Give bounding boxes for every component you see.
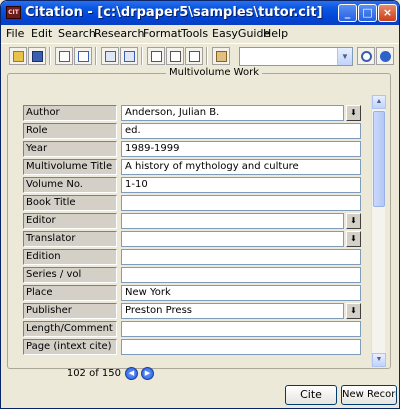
field-label: Editor: [23, 213, 117, 229]
save-icon[interactable]: [28, 47, 46, 65]
previous-record-icon[interactable]: ◀: [125, 367, 138, 380]
citation-window: CIT Citation - [c:\drpaper5\samples\tuto…: [0, 0, 400, 409]
length-comment-field[interactable]: [121, 321, 361, 337]
toolbar-separator: [95, 47, 97, 65]
field-label: Translator: [23, 231, 117, 247]
form-view-icon[interactable]: [120, 47, 138, 65]
field-label: Page (intext cite): [23, 339, 117, 355]
menu-tools[interactable]: Tools: [181, 27, 208, 40]
menu-file[interactable]: File: [6, 27, 24, 40]
volume-no-field[interactable]: 1-10: [121, 177, 361, 193]
scroll-down-icon[interactable]: ▼: [372, 353, 386, 367]
open-folder-icon[interactable]: [9, 47, 27, 65]
author-dropdown-icon[interactable]: ⬇: [346, 105, 361, 121]
menu-search[interactable]: Search: [58, 27, 96, 40]
scroll-up-icon[interactable]: ▲: [372, 95, 386, 109]
field-label: Role: [23, 123, 117, 139]
menu-edit[interactable]: Edit: [31, 27, 52, 40]
field-label: Year: [23, 141, 117, 157]
record-navigation: 102 of 150 ◀ ▶: [61, 367, 261, 381]
menu-format[interactable]: Format: [143, 27, 182, 40]
toolbar: ▼: [1, 43, 399, 67]
field-label: Series / vol: [23, 267, 117, 283]
copy-record-icon[interactable]: [74, 47, 92, 65]
field-row-year: Year 1989-1999: [23, 141, 371, 157]
field-row-multivolume-title: Multivolume Title A history of mythology…: [23, 159, 371, 175]
field-row-author: Author Anderson, Julian B. ⬇: [23, 105, 371, 121]
translator-dropdown-icon[interactable]: ⬇: [346, 231, 361, 247]
search-icon[interactable]: [357, 47, 375, 65]
multivolume-title-field[interactable]: A history of mythology and culture: [121, 159, 361, 175]
field-label: Book Title: [23, 195, 117, 211]
search-combo[interactable]: ▼: [239, 47, 353, 66]
role-field[interactable]: ed.: [121, 123, 361, 139]
list-view-icon[interactable]: [101, 47, 119, 65]
editor-field[interactable]: [121, 213, 344, 229]
clipboard-icon[interactable]: [212, 47, 230, 65]
place-field[interactable]: New York: [121, 285, 361, 301]
toolbar-separator: [206, 47, 208, 65]
export-icon[interactable]: [166, 47, 184, 65]
field-row-volume-no: Volume No. 1-10: [23, 177, 371, 193]
menu-research[interactable]: Research: [94, 27, 144, 40]
vertical-scrollbar[interactable]: ▲ ▼: [371, 95, 386, 367]
field-label: Volume No.: [23, 177, 117, 193]
cite-button[interactable]: Cite: [285, 385, 337, 405]
toolbar-separator: [141, 47, 143, 65]
publisher-dropdown-icon[interactable]: ⬇: [346, 303, 361, 319]
close-button[interactable]: ×: [378, 4, 397, 22]
print-icon[interactable]: [147, 47, 165, 65]
maximize-button[interactable]: □: [358, 4, 377, 22]
record-counter: 102 of 150: [66, 368, 121, 379]
field-label: Publisher: [23, 303, 117, 319]
series-vol-field[interactable]: [121, 267, 361, 283]
help-icon[interactable]: [376, 47, 394, 65]
field-row-series-vol: Series / vol: [23, 267, 371, 283]
toolbar-separator: [49, 47, 51, 65]
menu-easyguide[interactable]: EasyGuide: [212, 27, 270, 40]
record-form: Author Anderson, Julian B. ⬇ Role ed. Ye…: [17, 99, 371, 365]
field-label: Place: [23, 285, 117, 301]
field-label: Length/Comment: [23, 321, 117, 337]
author-field[interactable]: Anderson, Julian B.: [121, 105, 344, 121]
window-title: Citation - [c:\drpaper5\samples\tutor.ci…: [25, 5, 323, 20]
translator-field[interactable]: [121, 231, 344, 247]
book-title-field[interactable]: [121, 195, 361, 211]
menu-bar: File Edit Search Research Format Tools E…: [1, 25, 399, 42]
chevron-down-icon[interactable]: ▼: [337, 48, 352, 65]
menu-help[interactable]: Help: [263, 27, 288, 40]
field-row-role: Role ed.: [23, 123, 371, 139]
field-row-place: Place New York: [23, 285, 371, 301]
field-row-length-comment: Length/Comment: [23, 321, 371, 337]
field-row-page-intext-cite: Page (intext cite): [23, 339, 371, 355]
minimize-button[interactable]: _: [338, 4, 357, 22]
field-row-translator: Translator ⬇: [23, 231, 371, 247]
new-record-icon[interactable]: [55, 47, 73, 65]
year-field[interactable]: 1989-1999: [121, 141, 361, 157]
field-row-publisher: Publisher Preston Press ⬇: [23, 303, 371, 319]
field-label: Author: [23, 105, 117, 121]
field-row-book-title: Book Title: [23, 195, 371, 211]
list-icon[interactable]: [185, 47, 203, 65]
field-label: Edition: [23, 249, 117, 265]
next-record-icon[interactable]: ▶: [141, 367, 154, 380]
editor-dropdown-icon[interactable]: ⬇: [346, 213, 361, 229]
new-record-button[interactable]: New Record: [341, 385, 397, 405]
publisher-field[interactable]: Preston Press: [121, 303, 344, 319]
page-intext-cite-field[interactable]: [121, 339, 361, 355]
field-label: Multivolume Title: [23, 159, 117, 175]
scroll-thumb[interactable]: [373, 111, 385, 207]
field-row-editor: Editor ⬇: [23, 213, 371, 229]
field-row-edition: Edition: [23, 249, 371, 265]
citation-app-icon[interactable]: CIT: [6, 6, 21, 19]
panel-title: Multivolume Work: [166, 67, 262, 78]
title-bar[interactable]: CIT Citation - [c:\drpaper5\samples\tuto…: [1, 1, 399, 25]
edition-field[interactable]: [121, 249, 361, 265]
